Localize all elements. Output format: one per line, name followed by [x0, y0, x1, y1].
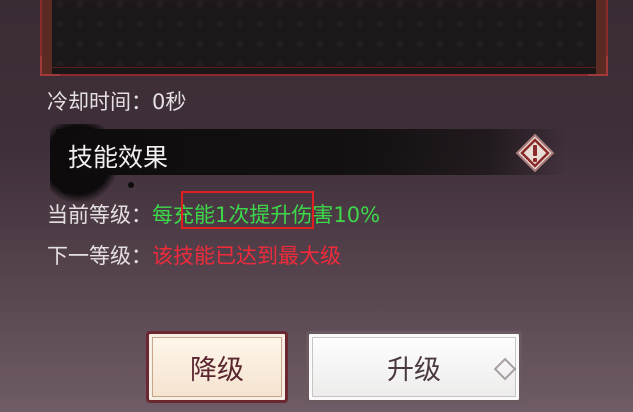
current-level-label: 当前等级： [47, 203, 152, 227]
next-level-row: 下一等级：该技能已达到最大级 [47, 240, 341, 270]
frame-corner-bottom-left [40, 56, 60, 76]
downgrade-button-label: 降级 [190, 354, 244, 386]
next-level-label: 下一等级： [47, 244, 152, 268]
downgrade-button[interactable]: 降级 [146, 331, 288, 403]
skill-preview-frame [40, 0, 608, 76]
ink-dot [62, 186, 70, 194]
skill-effect-title: 技能效果 [68, 143, 169, 172]
next-level-effect: 该技能已达到最大级 [152, 244, 341, 268]
frame-corner-bottom-right [588, 56, 608, 76]
exclamation-diamond-icon[interactable] [515, 133, 555, 173]
ink-dot [128, 182, 134, 188]
cooldown-text: 冷却时间：0秒 [47, 90, 187, 114]
button-ornament-icon [493, 357, 517, 381]
upgrade-button[interactable]: 升级 [306, 331, 522, 403]
highlight-box [181, 191, 314, 229]
upgrade-button-label: 升级 [387, 354, 441, 386]
